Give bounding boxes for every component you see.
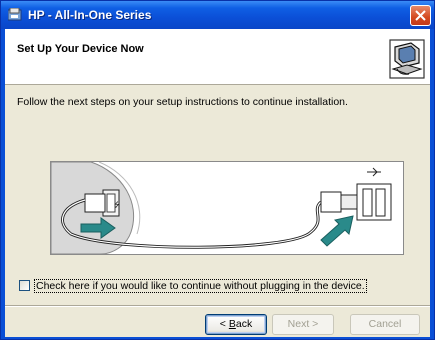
wizard-header: Set Up Your Device Now [5, 29, 430, 85]
cancel-button[interactable]: Cancel [350, 314, 420, 335]
usb-cable-illustration: ⭍ [50, 161, 392, 255]
window-title: HP - All-In-One Series [28, 8, 152, 22]
checkbox-label[interactable]: Check here if you would like to continue… [34, 279, 367, 293]
usb-connection-illustration: ⭍ [50, 161, 404, 255]
title-bar[interactable]: HP - All-In-One Series [1, 1, 434, 29]
next-button[interactable]: Next > [272, 314, 334, 335]
continue-without-device-checkbox[interactable] [19, 280, 30, 291]
setup-window: HP - All-In-One Series Set Up Your Devic… [0, 0, 435, 340]
dialog-client-area: Set Up Your Device Now Follow the next s… [5, 29, 430, 337]
close-icon [415, 10, 426, 21]
page-title: Set Up Your Device Now [17, 43, 144, 55]
back-button-prefix: < [219, 318, 229, 330]
computer-device-icon [389, 39, 425, 79]
instruction-text: Follow the next steps on your setup inst… [17, 96, 348, 108]
close-button[interactable] [410, 5, 431, 26]
back-button[interactable]: < Back [205, 314, 267, 335]
back-button-accel: B [228, 318, 236, 330]
svg-text:⭍: ⭍ [114, 201, 120, 209]
back-button-rest: ack [235, 318, 253, 330]
hp-app-icon [8, 8, 22, 21]
button-divider [5, 305, 430, 307]
